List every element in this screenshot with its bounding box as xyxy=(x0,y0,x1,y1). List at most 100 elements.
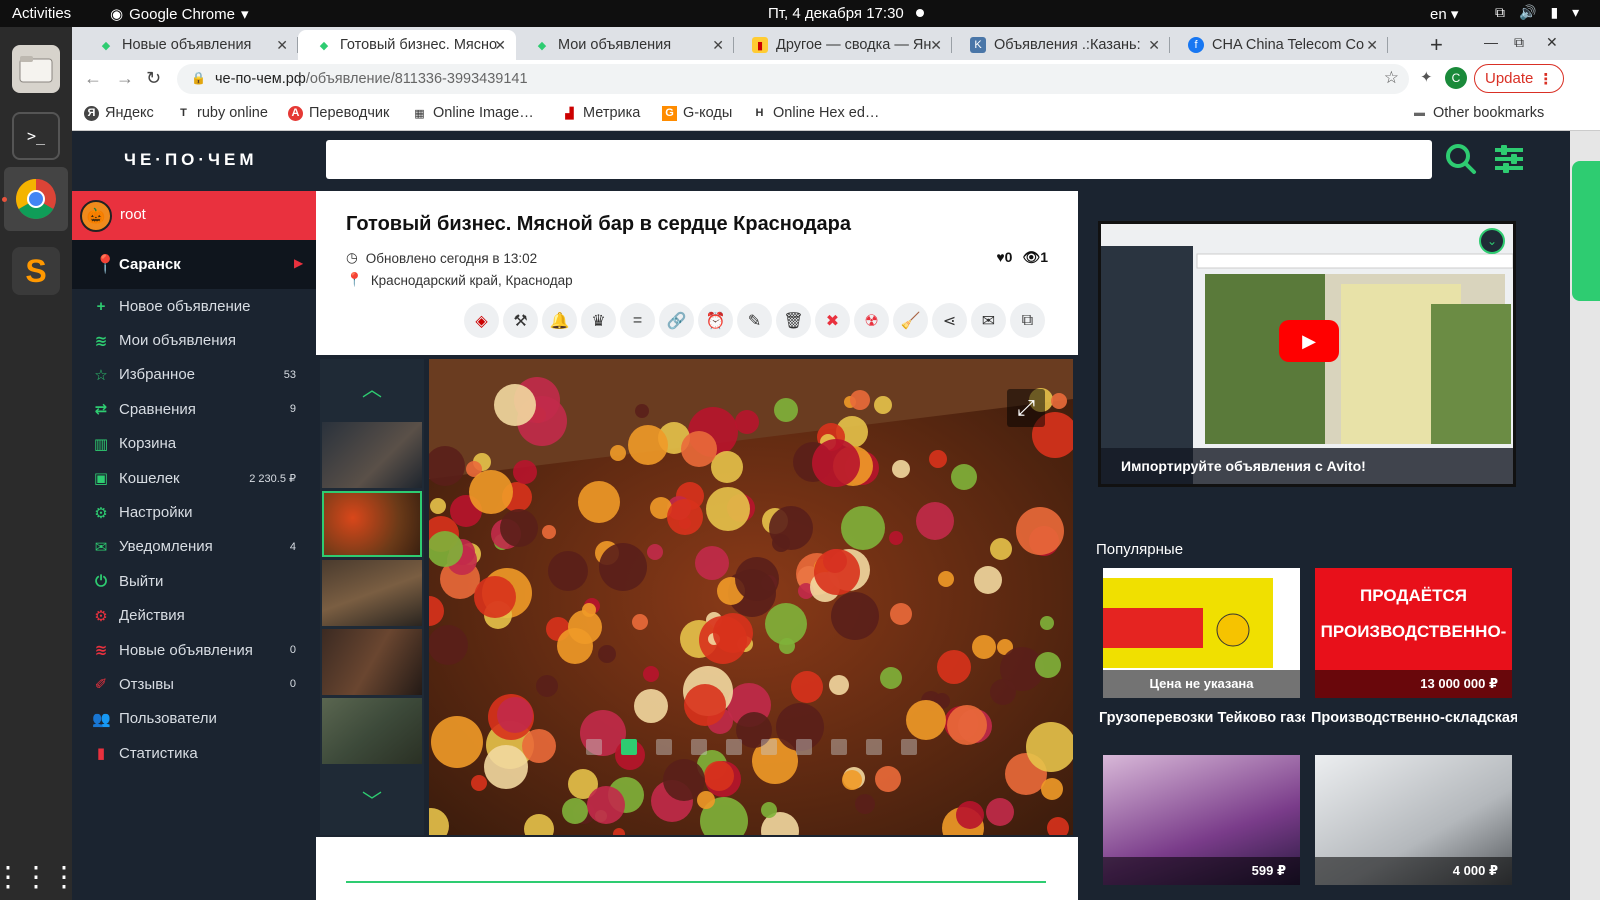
sidebar-item-6[interactable]: ⚙ Настройки xyxy=(72,495,316,529)
main-photo[interactable]: ⤢ xyxy=(429,359,1073,835)
sidebar-item-2[interactable]: ☆ Избранное 53 xyxy=(72,358,316,392)
clock[interactable]: Пт, 4 декабря 17:30 xyxy=(768,5,904,22)
bookmark-hex-editor[interactable]: H Online Hex ed… xyxy=(752,105,880,121)
activities-button[interactable]: Activities xyxy=(12,5,71,22)
sidebar-item-3[interactable]: ⇄ Сравнения 9 xyxy=(72,392,316,426)
user-panel[interactable]: 🎃 root xyxy=(72,191,316,240)
scrollbar-thumb[interactable] xyxy=(1572,161,1600,301)
bookmark-online-image[interactable]: ▦ Online Image… xyxy=(412,105,533,121)
bookmark-yandex[interactable]: Я Яндекс xyxy=(84,105,154,121)
thumbnail-selected[interactable] xyxy=(322,491,422,557)
update-button[interactable]: Update ⋮ xyxy=(1474,64,1565,93)
sidebar-item-7[interactable]: ✉ Уведомления 4 xyxy=(72,530,316,564)
close-window-button[interactable]: ✕ xyxy=(1546,34,1558,51)
pager-dot[interactable] xyxy=(831,739,847,755)
sidebar-item-13[interactable]: ▮ Статистика xyxy=(72,736,316,770)
pager-dot[interactable] xyxy=(656,739,672,755)
popular-card[interactable]: Цена не указана xyxy=(1103,568,1300,698)
site-search-input[interactable] xyxy=(326,140,1432,179)
system-tray[interactable]: ⧉ 🔊 ▮ ▾ xyxy=(1495,4,1579,21)
sublime-icon[interactable]: S xyxy=(12,247,60,295)
pager-dot[interactable] xyxy=(726,739,742,755)
close-icon[interactable]: ✕ xyxy=(930,37,942,54)
alarm-icon[interactable]: ⏰ xyxy=(698,303,733,338)
filter-icon[interactable] xyxy=(1493,143,1525,175)
close-icon[interactable]: ✕ xyxy=(494,37,506,54)
edit-icon[interactable]: ✎ xyxy=(737,303,772,338)
broom-icon[interactable]: 🧹 xyxy=(893,303,928,338)
chrome-icon[interactable] xyxy=(4,167,68,231)
sidebar-item-10[interactable]: ≋ Новые объявления 0 xyxy=(72,633,316,667)
sidebar-item-5[interactable]: ▣ Кошелек 2 230.5 ₽ xyxy=(72,461,316,495)
pager-dot[interactable] xyxy=(761,739,777,755)
sidebar-item-11[interactable]: ✐ Отзывы 0 xyxy=(72,667,316,701)
other-bookmarks[interactable]: ▬ Other bookmarks xyxy=(1412,105,1544,121)
link-icon[interactable]: 🔗 xyxy=(659,303,694,338)
reload-button[interactable]: ↻ xyxy=(146,68,161,89)
close-icon[interactable]: ✕ xyxy=(1148,37,1160,54)
site-logo[interactable]: ЧЕ·ПО·ЧЕМ xyxy=(124,150,258,170)
app-menu[interactable]: ◉ Google Chrome ▾ xyxy=(110,5,249,24)
equals-icon[interactable]: = xyxy=(620,303,655,338)
bell-icon[interactable]: 🔔 xyxy=(542,303,577,338)
lock-icon[interactable]: 🔒 xyxy=(191,71,206,85)
terminal-icon[interactable]: >_ xyxy=(12,112,60,160)
radiation-icon[interactable]: ☢ xyxy=(854,303,889,338)
chevron-down-icon[interactable]: ﹀ xyxy=(362,785,382,814)
tab-my-ads[interactable]: ◆ Мои объявления ✕ xyxy=(516,30,734,60)
superman-icon[interactable]: ◈ xyxy=(464,303,499,338)
pager-dot[interactable] xyxy=(866,739,882,755)
pager-dot[interactable] xyxy=(901,739,917,755)
bookmark-g-codes[interactable]: G G-коды xyxy=(662,105,732,121)
language-indicator[interactable]: en ▾ xyxy=(1430,5,1458,23)
trash-icon[interactable]: 🗑 xyxy=(776,303,811,338)
new-tab-button[interactable]: + xyxy=(1430,32,1443,58)
close-icon[interactable]: ✕ xyxy=(1366,37,1378,54)
popular-title[interactable]: Грузоперевозки Тейково газе... xyxy=(1099,710,1305,726)
tab-vk[interactable]: K Объявления .:Казань: ✕ xyxy=(952,30,1170,60)
bookmark-star-icon[interactable]: ☆ xyxy=(1384,68,1399,88)
chevron-up-icon[interactable]: ︿ xyxy=(362,373,382,402)
popular-title[interactable]: Производственно-складская ... xyxy=(1311,710,1517,726)
close-icon[interactable]: ✕ xyxy=(276,37,288,54)
pager-dot[interactable] xyxy=(621,739,637,755)
tab-metrika[interactable]: ▮ Другое — сводка — Ян ✕ xyxy=(734,30,952,60)
hammer-icon[interactable]: ⚒ xyxy=(503,303,538,338)
tab-listing[interactable]: ◆ Готовый бизнес. Мясно ✕ xyxy=(298,30,516,60)
thumbnail[interactable] xyxy=(322,560,422,626)
copy-icon[interactable]: ⧉ xyxy=(1010,303,1045,338)
back-button[interactable]: ← xyxy=(84,68,102,89)
bookmark-ruby[interactable]: Truby online xyxy=(176,105,268,121)
share-icon[interactable]: ⋖ xyxy=(932,303,967,338)
maximize-button[interactable]: ⧉ xyxy=(1514,34,1524,51)
expand-icon[interactable]: ⤢ xyxy=(1007,389,1045,427)
search-icon[interactable] xyxy=(1445,143,1477,175)
city-selector[interactable]: 📍 Саранск ▶ xyxy=(72,240,316,289)
pager-dot[interactable] xyxy=(691,739,707,755)
profile-avatar[interactable]: C xyxy=(1445,67,1467,89)
bookmark-translator[interactable]: A Переводчик xyxy=(288,105,389,121)
popular-card[interactable]: ПРОДАЁТСЯ ПРОИЗВОДСТВЕННО- 13 000 000 ₽ xyxy=(1315,568,1512,698)
files-icon[interactable] xyxy=(12,45,60,93)
thumbnail[interactable] xyxy=(322,629,422,695)
show-apps-icon[interactable]: ⋮⋮⋮ xyxy=(0,852,78,900)
tab-facebook[interactable]: f CHA China Telecom Co ✕ xyxy=(1170,30,1388,60)
popular-card[interactable]: 4 000 ₽ xyxy=(1315,755,1512,885)
popular-card[interactable]: 599 ₽ xyxy=(1103,755,1300,885)
sidebar-item-8[interactable]: ⏻ Выйти xyxy=(72,564,316,598)
play-icon[interactable]: ▶ xyxy=(1279,320,1339,362)
crown-icon[interactable]: ♛ xyxy=(581,303,616,338)
sidebar-item-4[interactable]: ▥ Корзина xyxy=(72,427,316,461)
pager-dot[interactable] xyxy=(796,739,812,755)
thumbnail[interactable] xyxy=(322,422,422,488)
sidebar-item-0[interactable]: + Новое объявление xyxy=(72,289,316,323)
tab-new-ads[interactable]: ◆ Новые объявления ✕ xyxy=(80,30,298,60)
forward-button[interactable]: → xyxy=(116,68,134,89)
minimize-button[interactable]: — xyxy=(1484,34,1498,50)
sidebar-item-12[interactable]: 👥 Пользователи xyxy=(72,702,316,736)
extensions-icon[interactable]: ✦ xyxy=(1420,68,1433,86)
mail-icon[interactable]: ✉ xyxy=(971,303,1006,338)
bookmark-metrika[interactable]: ▟ Метрика xyxy=(562,105,640,121)
promo-video[interactable]: ▶ ⌄ Импортируйте объявления с Avito! xyxy=(1098,221,1516,487)
pager-dot[interactable] xyxy=(586,739,602,755)
